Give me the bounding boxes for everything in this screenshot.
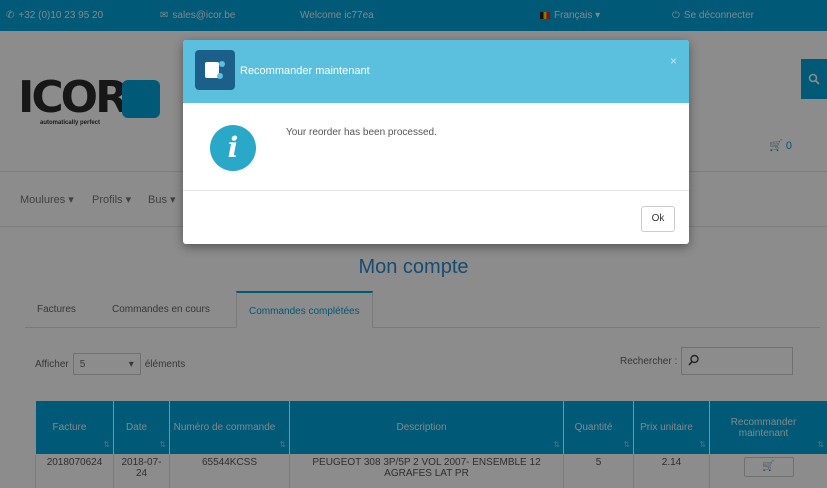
- info-icon: i: [210, 125, 256, 171]
- dialog-header: Recommander maintenant ×: [183, 40, 689, 103]
- dialog-body: i Your reorder has been processed.: [183, 103, 689, 191]
- ok-button[interactable]: Ok: [641, 206, 675, 232]
- dialog-title: Recommander maintenant: [240, 65, 370, 77]
- reorder-dialog: Recommander maintenant × i Your reorder …: [183, 40, 689, 244]
- dialog-message: Your reorder has been processed.: [286, 127, 437, 138]
- reorder-logo-icon: [195, 50, 235, 90]
- dialog-footer: Ok: [183, 191, 689, 244]
- close-icon[interactable]: ×: [670, 54, 677, 68]
